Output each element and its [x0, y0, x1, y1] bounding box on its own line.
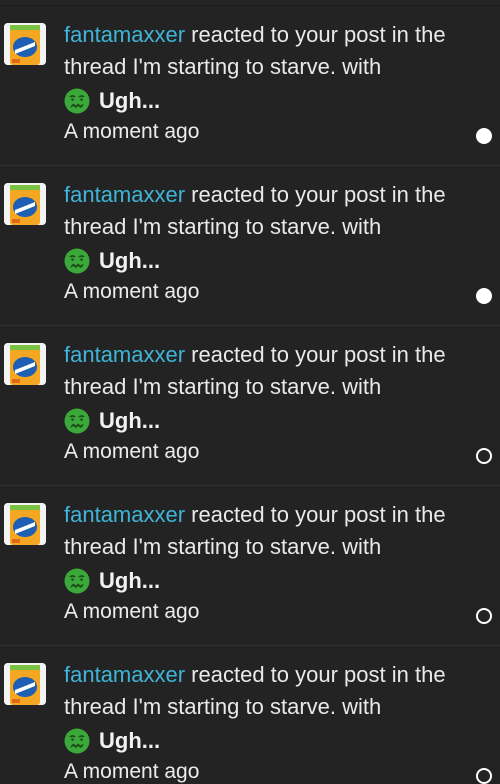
username-link[interactable]: fantamaxxer — [64, 662, 185, 687]
avatar[interactable] — [4, 663, 46, 705]
nauseated-face-icon — [64, 728, 90, 753]
read-indicator[interactable] — [476, 448, 492, 464]
unread-indicator[interactable] — [476, 128, 492, 144]
alert-item[interactable]: fantamaxxer reacted to your post in the … — [0, 326, 500, 486]
alert-content: fantamaxxer reacted to your post in the … — [64, 499, 490, 627]
reaction: Ugh... — [64, 724, 490, 757]
alert-text-suffix: with — [336, 374, 382, 399]
timestamp: A moment ago — [64, 280, 200, 303]
reaction-name: Ugh... — [99, 727, 161, 753]
alert-text-suffix: with — [336, 54, 382, 79]
reaction: Ugh... — [64, 564, 490, 597]
alert-text-suffix: with — [336, 534, 382, 559]
nauseated-face-icon — [64, 248, 90, 273]
avatar[interactable] — [4, 23, 46, 65]
reaction: Ugh... — [64, 84, 490, 117]
thread-title-link[interactable]: I'm starting to starve. — [133, 374, 337, 399]
fanta-can-avatar-icon — [4, 183, 46, 225]
unread-indicator[interactable] — [476, 288, 492, 304]
nauseated-face-icon — [64, 568, 90, 593]
timestamp: A moment ago — [64, 120, 200, 143]
fanta-can-avatar-icon — [4, 503, 46, 545]
thread-title-link[interactable]: I'm starting to starve. — [133, 534, 337, 559]
alerts-feed: fantamaxxer reacted to your post in the … — [0, 0, 500, 784]
alert-content: fantamaxxer reacted to your post in the … — [64, 19, 490, 147]
reaction-name: Ugh... — [99, 567, 161, 593]
thread-title-link[interactable]: I'm starting to starve. — [133, 54, 337, 79]
alert-content: fantamaxxer reacted to your post in the … — [64, 179, 490, 307]
reaction: Ugh... — [64, 244, 490, 277]
alert-text-suffix: with — [336, 214, 382, 239]
alert-item[interactable]: fantamaxxer reacted to your post in the … — [0, 166, 500, 326]
reaction-name: Ugh... — [99, 407, 161, 433]
alert-item[interactable]: fantamaxxer reacted to your post in the … — [0, 486, 500, 646]
avatar[interactable] — [4, 183, 46, 225]
nauseated-face-icon — [64, 88, 90, 113]
reaction-name: Ugh... — [99, 247, 161, 273]
reaction: Ugh... — [64, 404, 490, 437]
read-indicator[interactable] — [476, 608, 492, 624]
username-link[interactable]: fantamaxxer — [64, 22, 185, 47]
username-link[interactable]: fantamaxxer — [64, 502, 185, 527]
thread-title-link[interactable]: I'm starting to starve. — [133, 694, 337, 719]
timestamp: A moment ago — [64, 440, 200, 463]
timestamp: A moment ago — [64, 760, 200, 783]
username-link[interactable]: fantamaxxer — [64, 182, 185, 207]
alert-item[interactable]: fantamaxxer reacted to your post in the … — [0, 646, 500, 784]
timestamp: A moment ago — [64, 600, 200, 623]
nauseated-face-icon — [64, 408, 90, 433]
alert-content: fantamaxxer reacted to your post in the … — [64, 339, 490, 467]
alert-text-suffix: with — [336, 694, 382, 719]
avatar[interactable] — [4, 503, 46, 545]
fanta-can-avatar-icon — [4, 343, 46, 385]
alert-content: fantamaxxer reacted to your post in the … — [64, 659, 490, 784]
thread-title-link[interactable]: I'm starting to starve. — [133, 214, 337, 239]
alert-item[interactable]: fantamaxxer reacted to your post in the … — [0, 6, 500, 166]
avatar[interactable] — [4, 343, 46, 385]
fanta-can-avatar-icon — [4, 663, 46, 705]
read-indicator[interactable] — [476, 768, 492, 784]
fanta-can-avatar-icon — [4, 23, 46, 65]
username-link[interactable]: fantamaxxer — [64, 342, 185, 367]
reaction-name: Ugh... — [99, 87, 161, 113]
